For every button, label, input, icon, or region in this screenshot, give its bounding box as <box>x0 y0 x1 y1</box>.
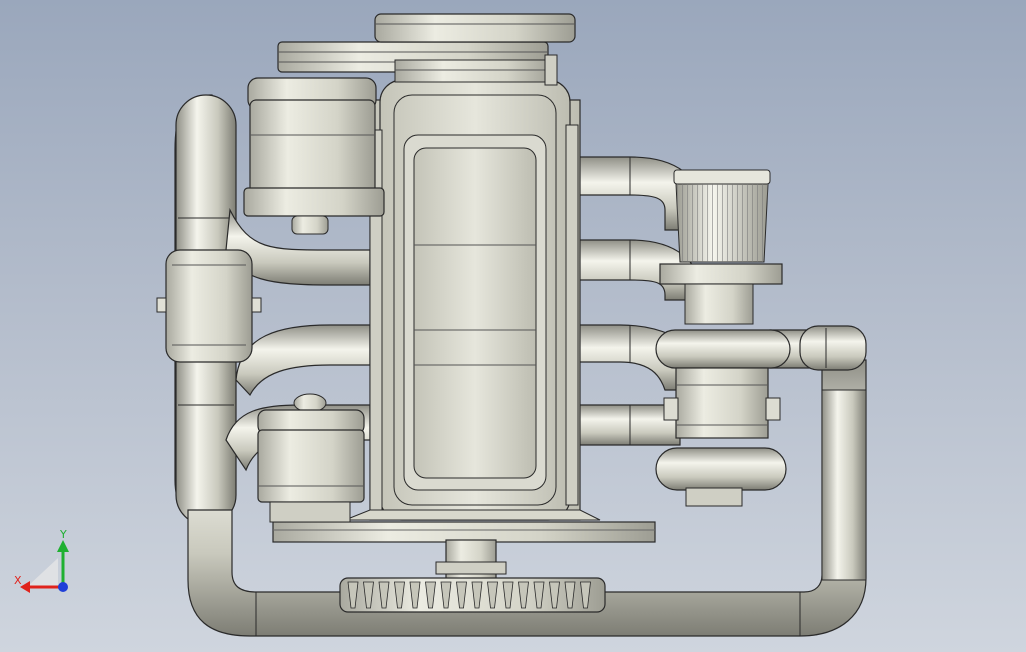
alternator[interactable] <box>243 77 385 235</box>
y-axis-label: Y <box>59 528 67 541</box>
engine-model[interactable] <box>0 0 1026 652</box>
cad-viewport[interactable]: Y X <box>0 0 1026 652</box>
oil-filter[interactable] <box>257 393 365 523</box>
z-axis-dot <box>58 582 68 592</box>
lower-left-manifold-pipe[interactable] <box>235 324 371 397</box>
crankshaft[interactable] <box>435 539 507 581</box>
axis-triad: Y X <box>14 528 69 593</box>
top-pulley-assembly[interactable] <box>277 13 576 86</box>
left-pipe-coupler[interactable] <box>156 249 262 363</box>
x-axis-label: X <box>14 574 22 587</box>
turbocharger[interactable] <box>655 329 791 507</box>
engine-block[interactable] <box>369 79 581 521</box>
air-filter[interactable] <box>659 169 783 325</box>
y-axis-arrow: Y <box>57 528 69 586</box>
flywheel-gear[interactable] <box>339 577 606 613</box>
